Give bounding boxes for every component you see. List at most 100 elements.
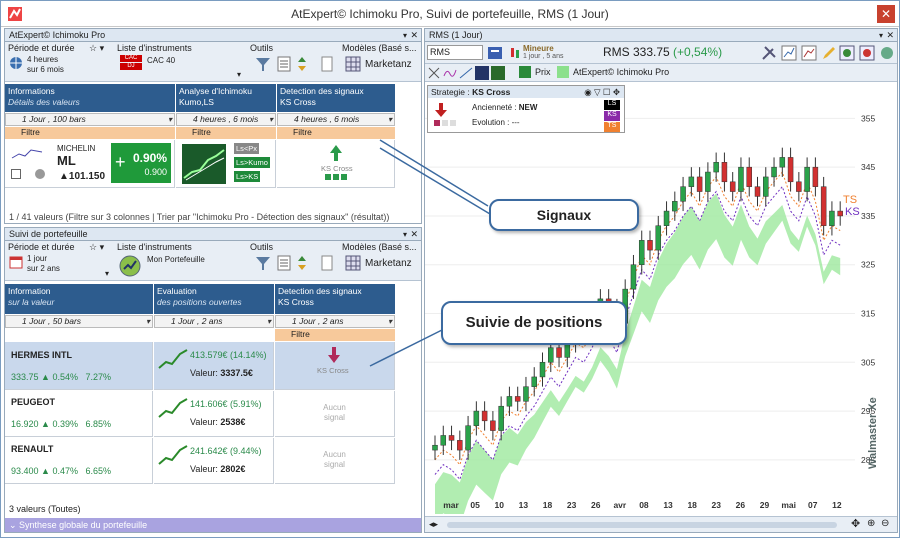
close-pane-icon[interactable]: ✕ [410, 29, 418, 42]
col-header-analyse[interactable]: Analyse d'Ichimoku Kumo,LS [176, 84, 276, 112]
trend-icon[interactable] [459, 66, 473, 80]
zoom-out-icon[interactable]: ⊖ [881, 518, 889, 529]
dropdown-arrow-icon[interactable]: ▾ [879, 29, 883, 42]
list-icon[interactable] [277, 255, 291, 271]
instrument-value[interactable]: CAC 40 [147, 56, 175, 65]
chart-scrollbar[interactable]: ◂▸ ✥ ⊕ ⊖ [425, 516, 897, 532]
ap-icon[interactable] [475, 66, 489, 80]
price-color-swatch[interactable] [519, 66, 531, 78]
prix-label[interactable]: Prix [535, 67, 551, 77]
bottom-pane-header: Suivi de portefeuille ▾ ✕ [5, 228, 421, 241]
ls-px-button[interactable]: Ls<Px [234, 143, 260, 154]
chevron-down-icon[interactable]: ▾ [269, 114, 273, 125]
close-pane-icon[interactable]: ✕ [886, 29, 894, 42]
michelin-signal-cell[interactable]: KS Cross [277, 140, 395, 188]
cursor-icon[interactable] [427, 66, 441, 80]
price-chart[interactable]: 285295305315325335345355mar 05 10 13 18 23 26 a… [425, 84, 897, 514]
tools-icon[interactable] [761, 45, 777, 61]
filter-icon[interactable] [255, 56, 271, 72]
sort-arrows-icon[interactable] [297, 255, 307, 271]
chevron-down-icon[interactable]: ▾ [146, 316, 150, 327]
period-row-3[interactable]: 1 Jour , 2 ans ▾ [275, 315, 395, 328]
grid-icon[interactable] [321, 56, 333, 72]
settings-icon[interactable] [879, 45, 895, 61]
checkbox[interactable] [11, 169, 21, 179]
period-value2[interactable]: sur 6 mois [27, 65, 64, 74]
peugeot-signal-cell[interactable]: Aucun signal [275, 391, 395, 437]
filter-row-2[interactable]: Filtre [176, 127, 276, 139]
indicator-icon[interactable] [839, 45, 855, 61]
stock-name: MICHELIN [57, 144, 96, 153]
symbol-input[interactable]: RMS [427, 45, 483, 60]
grid-icon[interactable] [321, 255, 333, 271]
peugeot-info-cell[interactable]: PEUGEOT 16.920 ▲ 0.39% 6.85% [5, 391, 153, 437]
hermes-eval-cell[interactable]: 413.579€ (14.14%) Valeur: 3337.5€ [154, 342, 274, 390]
instrument-value[interactable]: Mon Portefeuille [147, 255, 205, 264]
candle [812, 166, 819, 187]
period-row-2[interactable]: 4 heures , 6 mois ▾ [176, 113, 276, 126]
filter-icon[interactable] [255, 255, 271, 271]
filter-row-1[interactable]: Filtre [5, 127, 175, 139]
candle [539, 362, 546, 378]
filter-row[interactable]: Filtre [275, 329, 395, 341]
period-value1[interactable]: 4 heures [27, 55, 58, 64]
chart-area-icon[interactable] [801, 45, 817, 61]
models-value[interactable]: Marketanz [365, 59, 412, 70]
period-row-2[interactable]: 1 Jour , 2 ans ▾ [154, 315, 274, 328]
strategy-tools-icon[interactable]: ◉ ▽ ☐ ✥ [584, 86, 620, 98]
period-value2[interactable]: sur 2 ans [27, 264, 60, 273]
ls-kumo-button[interactable]: Ls>Kumo [234, 157, 270, 168]
star-icon[interactable]: ☆ ▾ [89, 43, 104, 54]
period-row-1[interactable]: 1 Jour , 100 bars ▾ [5, 113, 175, 126]
renault-info-cell[interactable]: RENAULT 93.400 ▲ 0.47% 6.65% [5, 438, 153, 484]
zoom-in-icon[interactable]: ⊕ [867, 518, 875, 529]
close-pane-icon[interactable]: ✕ [410, 228, 418, 241]
renault-signal-cell[interactable]: Aucun signal [275, 438, 395, 484]
period-text: 1 Jour , 2 ans [171, 316, 223, 326]
models-value[interactable]: Marketanz [365, 258, 412, 269]
chart-line-icon[interactable] [781, 45, 797, 61]
dropdown-arrow-icon[interactable]: ▾ [403, 29, 407, 42]
col-header-informations[interactable]: Informations Détails des valeurs [5, 84, 175, 112]
pencil-icon[interactable] [821, 45, 837, 61]
col-header-evaluation[interactable]: Evaluation des positions ouvertes [154, 284, 274, 314]
col-header-signaux[interactable]: Detection des signaux KS Cross [275, 284, 395, 314]
filter-row-3[interactable]: Filtre [277, 127, 395, 139]
change-box: + 0.90% 0.900 [111, 143, 171, 183]
text-icon[interactable] [491, 66, 505, 80]
col-header-information[interactable]: Information sur la valeur [5, 284, 153, 314]
instrument-dropdown-icon[interactable]: ▾ [105, 269, 109, 278]
hermes-info-cell[interactable]: HERMES INTL 333.75 ▲ 0.54% 7.27% [5, 342, 153, 390]
ls-ks-button[interactable]: Ls>KS [234, 171, 261, 182]
move-icon[interactable]: ✥ [851, 517, 860, 530]
chevron-down-icon[interactable]: ▾ [388, 114, 392, 125]
chevron-down-icon[interactable]: ▾ [267, 316, 271, 327]
period-value1[interactable]: 1 jour [27, 254, 47, 263]
synthese-bar[interactable]: ⌄ Synthese globale du portefeuille [5, 518, 421, 532]
peugeot-eval-cell[interactable]: 141.606€ (5.91%) Valeur: 2538€ [154, 391, 274, 437]
instrument-dropdown-icon[interactable]: ▾ [237, 70, 241, 79]
period-row-3[interactable]: 4 heures , 6 mois ▾ [277, 113, 395, 126]
close-window-button[interactable]: ✕ [877, 5, 895, 23]
chevron-down-icon[interactable]: ▾ [168, 114, 172, 125]
michelin-info-cell[interactable]: MICHELIN ML ▲101.150 + 0.90% 0.900 [5, 140, 175, 188]
chevron-down-icon[interactable]: ▾ [388, 316, 392, 327]
expert-icon[interactable] [859, 45, 875, 61]
hermes-signal-cell[interactable]: KS Cross [275, 342, 395, 390]
scroll-left-icon[interactable]: ◂▸ [429, 519, 438, 530]
sort-arrows-icon[interactable] [297, 56, 307, 72]
indicator-label[interactable]: AtExpert© Ichimoku Pro [573, 67, 669, 77]
renault-eval-cell[interactable]: 241.642€ (9.44%) Valeur: 2802€ [154, 438, 274, 484]
wave-icon[interactable] [443, 66, 457, 80]
mineure-label[interactable]: Mineure [523, 44, 554, 53]
star-icon[interactable]: ☆ ▾ [89, 242, 104, 253]
period-row-1[interactable]: 1 Jour , 50 bars ▾ [5, 315, 153, 328]
y-tick-label: 325 [861, 260, 875, 270]
indicator-color-swatch[interactable] [557, 66, 569, 78]
list-icon[interactable] [277, 56, 291, 72]
dropdown-arrow-icon[interactable]: ▾ [403, 228, 407, 241]
scroll-track[interactable] [447, 522, 837, 528]
col-header-signaux[interactable]: Detection des signaux KS Cross [277, 84, 395, 112]
book-icon[interactable] [487, 45, 503, 61]
michelin-analysis-cell[interactable]: Ls<Px Ls>Kumo Ls>KS [176, 140, 276, 188]
